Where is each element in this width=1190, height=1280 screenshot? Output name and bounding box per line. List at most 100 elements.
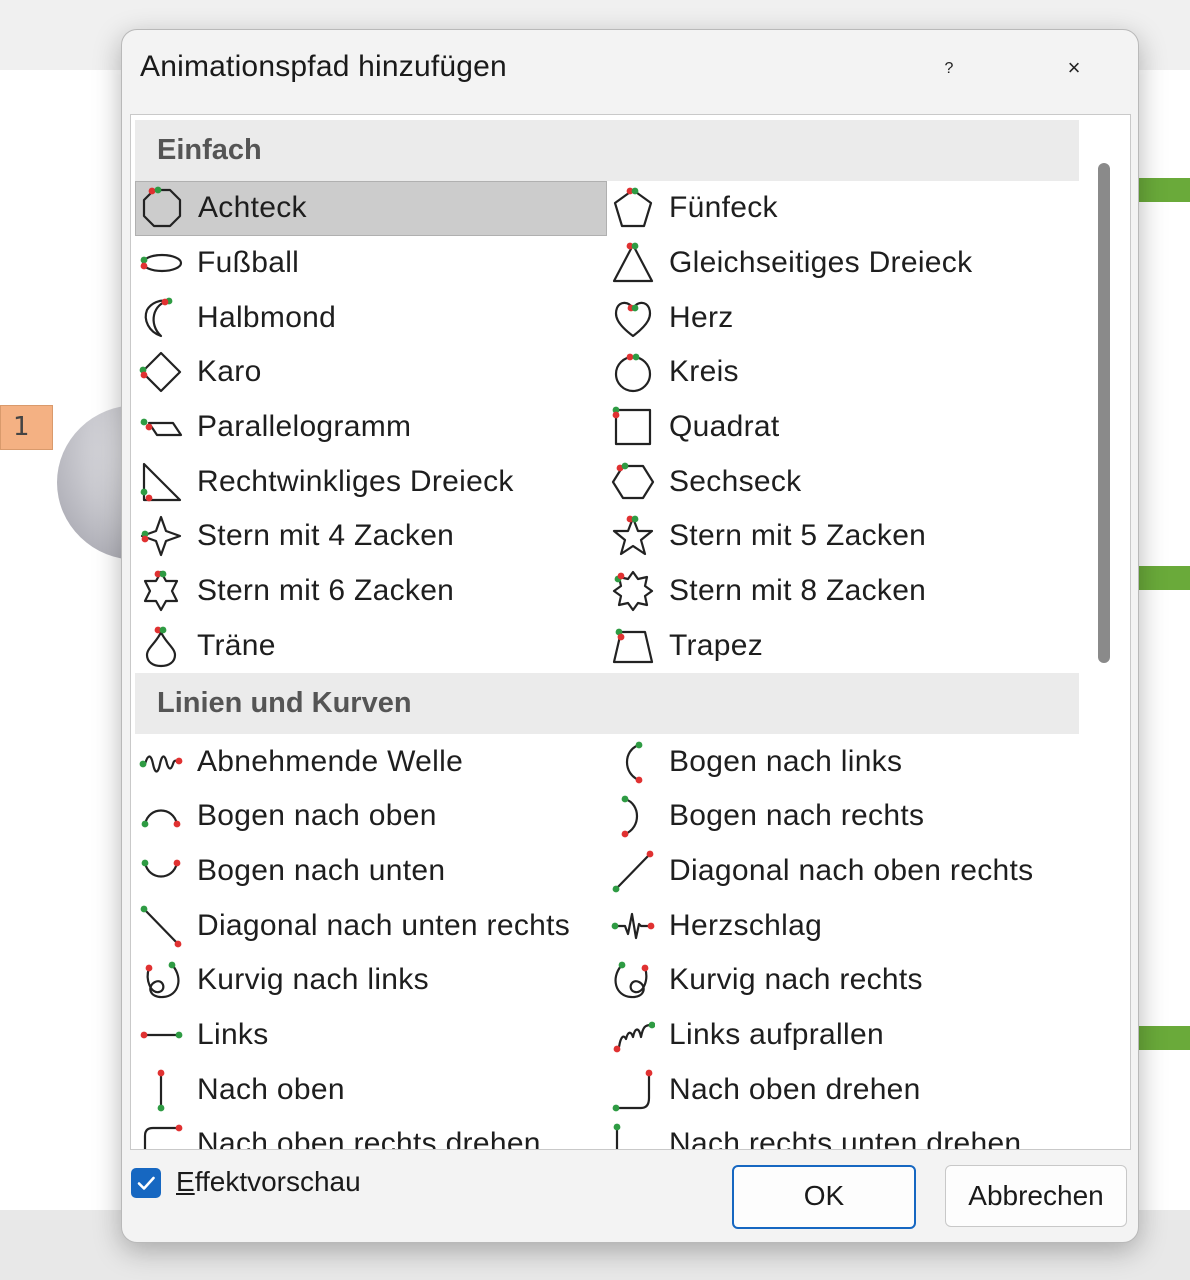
- motion-path-item[interactable]: Quadrat: [607, 400, 1079, 455]
- effect-preview-checkbox[interactable]: [131, 1168, 161, 1198]
- turn-up-path-icon: [612, 1069, 653, 1112]
- left-line-path-icon: [140, 1031, 183, 1039]
- motion-path-item[interactable]: Bogen nach unten: [135, 844, 607, 899]
- motion-path-label: Sechseck: [669, 464, 802, 498]
- green-shape-3[interactable]: [1138, 1026, 1190, 1050]
- square-path-icon: [612, 406, 652, 446]
- motion-path-item[interactable]: Stern mit 5 Zacken: [607, 509, 1079, 564]
- green-shape-1[interactable]: [1138, 178, 1190, 202]
- motion-path-label: Quadrat: [669, 410, 780, 444]
- diamond-path-icon: [139, 352, 182, 393]
- up-line-path-icon: [157, 1069, 165, 1112]
- motion-path-item[interactable]: Nach oben rechts drehen: [135, 1117, 607, 1149]
- motion-path-item[interactable]: Stern mit 4 Zacken: [135, 509, 607, 564]
- motion-path-label: Stern mit 6 Zacken: [197, 574, 455, 608]
- curvy-left-path-icon: [145, 961, 180, 999]
- checkmark-icon: [137, 1176, 155, 1190]
- motion-path-item[interactable]: Bogen nach rechts: [607, 789, 1079, 844]
- curvy-right-path-icon: [614, 961, 649, 999]
- motion-path-item[interactable]: Träne: [135, 619, 607, 674]
- motion-path-item[interactable]: Gleichseitiges Dreieck: [607, 236, 1079, 291]
- octagon-path-icon: [142, 186, 182, 228]
- motion-path-label: Träne: [197, 628, 276, 662]
- motion-path-label: Parallelogramm: [197, 410, 412, 444]
- motion-path-list[interactable]: Einfach Achteck Fünfeck Fußball Gleichseitig…: [130, 114, 1131, 1150]
- motion-path-label: Achteck: [198, 191, 307, 225]
- motion-path-label: Nach rechts unten drehen: [669, 1127, 1022, 1150]
- motion-path-label: Fünfeck: [669, 191, 778, 225]
- motion-path-item[interactable]: Achteck: [135, 181, 607, 236]
- motion-path-item[interactable]: Fußball: [135, 236, 607, 291]
- motion-path-item[interactable]: Kurvig nach rechts: [607, 953, 1079, 1008]
- motion-path-item[interactable]: Kreis: [607, 345, 1079, 400]
- teardrop-path-icon: [145, 626, 177, 667]
- motion-path-label: Nach oben drehen: [669, 1072, 921, 1106]
- close-button[interactable]: ×: [1056, 50, 1092, 86]
- motion-path-label: Bogen nach links: [669, 744, 903, 778]
- motion-path-item[interactable]: Halbmond: [135, 290, 607, 345]
- diagonal-down-right-path-icon: [140, 905, 182, 947]
- motion-path-label: Fußball: [197, 246, 300, 280]
- motion-path-item[interactable]: Stern mit 8 Zacken: [607, 564, 1079, 619]
- equilateral-triangle-path-icon: [612, 242, 654, 283]
- heartbeat-path-icon: [611, 912, 655, 939]
- motion-path-item[interactable]: Diagonal nach unten rechts: [135, 898, 607, 953]
- animation-order-badge[interactable]: 1: [0, 405, 53, 450]
- motion-path-label: Herz: [669, 300, 734, 334]
- arc-down-path-icon: [141, 859, 181, 878]
- motion-path-item[interactable]: Stern mit 6 Zacken: [135, 564, 607, 619]
- pentagon-path-icon: [613, 187, 653, 228]
- motion-path-label: Diagonal nach oben rechts: [669, 853, 1034, 887]
- motion-path-label: Rechtwinkliges Dreieck: [197, 464, 514, 498]
- turn-up-right-path-icon: [143, 1124, 183, 1149]
- motion-path-label: Abnehmende Welle: [197, 744, 464, 778]
- motion-path-label: Links aufprallen: [669, 1017, 884, 1051]
- effect-preview-label[interactable]: Effektvorschau: [176, 1166, 361, 1198]
- help-button[interactable]: ?: [934, 54, 964, 84]
- motion-path-item[interactable]: Parallelogramm: [135, 400, 607, 455]
- motion-path-item[interactable]: Herzschlag: [607, 898, 1079, 953]
- motion-path-item[interactable]: Bogen nach links: [607, 734, 1079, 789]
- motion-path-item[interactable]: Karo: [135, 345, 607, 400]
- green-shape-2[interactable]: [1138, 566, 1190, 590]
- motion-path-item[interactable]: Kurvig nach links: [135, 953, 607, 1008]
- motion-path-item[interactable]: Herz: [607, 290, 1079, 345]
- star-5-path-icon: [612, 516, 654, 556]
- heart-path-icon: [614, 301, 652, 337]
- cancel-button[interactable]: Abbrechen: [945, 1165, 1127, 1227]
- motion-path-label: Kreis: [669, 355, 739, 389]
- motion-path-label: Stern mit 4 Zacken: [197, 519, 455, 553]
- star-4-path-icon: [140, 516, 182, 557]
- motion-path-label: Bogen nach unten: [197, 853, 446, 887]
- motion-path-label: Kurvig nach links: [197, 963, 429, 997]
- motion-path-label: Halbmond: [197, 300, 337, 334]
- section-header: Linien und Kurven: [135, 673, 1079, 735]
- motion-path-item[interactable]: Links aufprallen: [607, 1008, 1079, 1063]
- arc-left-path-icon: [625, 741, 643, 783]
- motion-path-item[interactable]: Fünfeck: [607, 181, 1079, 236]
- motion-path-label: Diagonal nach unten rechts: [197, 908, 571, 942]
- diagonal-up-right-path-icon: [612, 850, 654, 893]
- section-header: Einfach: [135, 120, 1079, 181]
- list-scrollbar[interactable]: [1098, 163, 1110, 663]
- motion-path-item[interactable]: Diagonal nach oben rechts: [607, 844, 1079, 899]
- dialog-title: Animationspfad hinzufügen: [140, 50, 507, 83]
- motion-path-label: Links: [197, 1017, 269, 1051]
- motion-path-item[interactable]: Rechtwinkliges Dreieck: [135, 454, 607, 509]
- motion-path-item[interactable]: Nach oben: [135, 1062, 607, 1117]
- motion-path-item[interactable]: Nach oben drehen: [607, 1062, 1079, 1117]
- motion-path-grid: Achteck Fünfeck Fußball Gleichseitiges Drei…: [135, 181, 1079, 673]
- ok-button[interactable]: OK: [732, 1165, 916, 1229]
- motion-path-item[interactable]: Links: [135, 1008, 607, 1063]
- motion-path-item[interactable]: Trapez: [607, 619, 1079, 674]
- bounce-left-path-icon: [613, 1021, 655, 1053]
- trapezoid-path-icon: [612, 628, 654, 663]
- motion-path-item[interactable]: Bogen nach oben: [135, 789, 607, 844]
- motion-path-item[interactable]: Nach rechts unten drehen: [607, 1117, 1079, 1150]
- add-motion-path-dialog: Animationspfad hinzufügen ? × Einfach Ach…: [121, 29, 1139, 1243]
- crescent-path-icon: [144, 297, 173, 337]
- motion-path-item[interactable]: Abnehmende Welle: [135, 734, 607, 789]
- circle-path-icon: [614, 354, 652, 393]
- motion-path-label: Trapez: [669, 628, 764, 662]
- motion-path-item[interactable]: Sechseck: [607, 454, 1079, 509]
